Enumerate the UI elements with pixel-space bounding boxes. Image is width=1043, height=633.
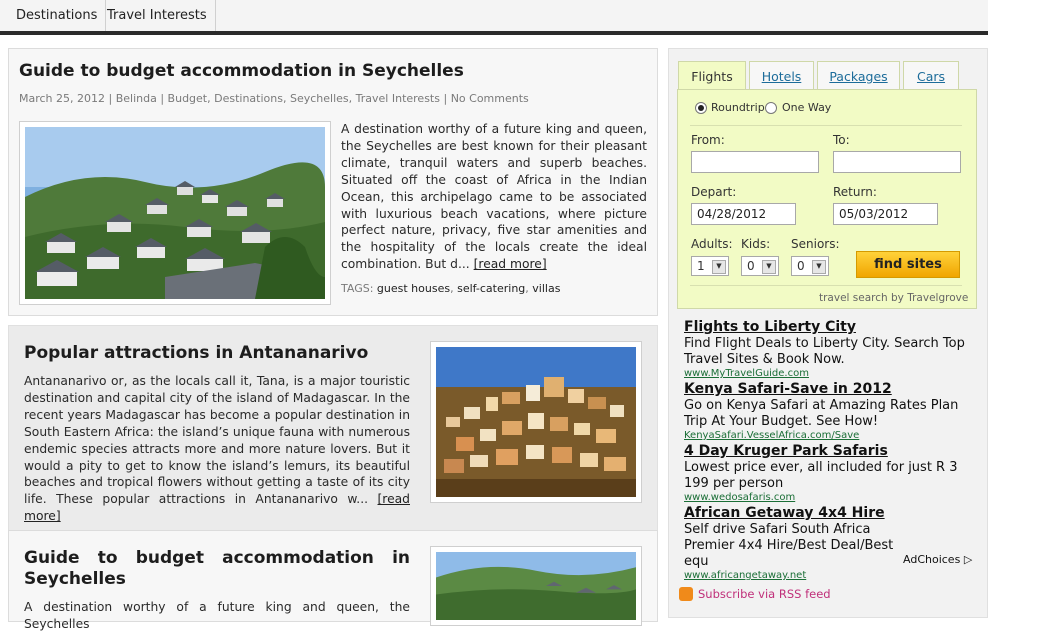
ad-unit: 4 Day Kruger Park Safaris Lowest price e… bbox=[684, 443, 980, 504]
tag-link[interactable]: villas bbox=[532, 282, 560, 295]
ad-title-link[interactable]: Flights to Liberty City bbox=[684, 319, 980, 336]
post-title[interactable]: Guide to budget accommodation in Seychel… bbox=[19, 61, 464, 81]
post-excerpt: Antananarivo or, as the locals call it, … bbox=[24, 374, 410, 524]
return-label: Return: bbox=[833, 185, 877, 199]
ad-url-link[interactable]: www.wedosafaris.com bbox=[684, 492, 980, 504]
ad-text: Lowest price ever, all included for just… bbox=[684, 460, 958, 491]
tab-hotels[interactable]: Hotels bbox=[749, 61, 814, 89]
nav-item-travel-interests[interactable]: Travel Interests bbox=[99, 0, 216, 31]
post-tags: TAGS: guest houses, self-catering, villa… bbox=[341, 282, 561, 295]
ad-text: Self drive Safari South Africa Premier 4… bbox=[684, 522, 894, 569]
chevron-down-icon: ▼ bbox=[712, 260, 726, 274]
post-author[interactable]: Belinda bbox=[116, 92, 157, 105]
ad-unit: Flights to Liberty City Find Flight Deal… bbox=[684, 319, 980, 380]
ad-url-link[interactable]: www.africangetaway.net bbox=[684, 570, 980, 582]
seniors-value: 0 bbox=[797, 259, 805, 273]
post-category[interactable]: Seychelles bbox=[290, 92, 349, 105]
top-navigation: Destinations Travel Interests bbox=[0, 0, 988, 35]
kids-select[interactable]: 0 ▼ bbox=[741, 256, 779, 276]
read-more-link[interactable]: [read more] bbox=[474, 257, 547, 271]
post-category[interactable]: Travel Interests bbox=[356, 92, 440, 105]
divider bbox=[690, 125, 962, 126]
ad-title-link[interactable]: Kenya Safari-Save in 2012 bbox=[684, 381, 980, 398]
tag-link[interactable]: self-catering bbox=[457, 282, 525, 295]
seniors-select[interactable]: 0 ▼ bbox=[791, 256, 829, 276]
post-meta: March 25, 2012 | Belinda | Budget, Desti… bbox=[19, 92, 529, 105]
post-thumbnail-image[interactable] bbox=[19, 121, 331, 305]
divider bbox=[690, 285, 962, 286]
seniors-label: Seniors: bbox=[791, 237, 840, 251]
post-thumbnail-image[interactable] bbox=[430, 546, 642, 626]
from-label: From: bbox=[691, 133, 725, 147]
tag-link[interactable]: guest houses bbox=[377, 282, 450, 295]
ad-text: Go on Kenya Safari at Amazing Rates Plan… bbox=[684, 398, 959, 429]
post-excerpt: A destination worthy of a future king an… bbox=[341, 122, 647, 272]
one-way-label: One Way bbox=[782, 101, 832, 114]
rss-icon bbox=[679, 587, 693, 601]
ad-url-link[interactable]: www.MyTravelGuide.com bbox=[684, 368, 980, 380]
post-title[interactable]: Guide to budget accommodation in Seychel… bbox=[24, 548, 410, 590]
post-category[interactable]: Budget bbox=[168, 92, 208, 105]
adults-label: Adults: bbox=[691, 237, 733, 251]
chevron-down-icon: ▼ bbox=[762, 260, 776, 274]
kids-label: Kids: bbox=[741, 237, 771, 251]
depart-label: Depart: bbox=[691, 185, 737, 199]
post-excerpt: A destination worthy of a future king an… bbox=[24, 600, 410, 631]
rss-label: Subscribe via RSS feed bbox=[698, 587, 831, 601]
ad-title-link[interactable]: African Getaway 4x4 Hire bbox=[684, 505, 980, 522]
adults-value: 1 bbox=[697, 259, 705, 273]
adchoices-icon: ▷ bbox=[963, 553, 973, 566]
powered-by-text: travel search by Travelgrove bbox=[819, 292, 969, 304]
post-date: March 25, 2012 bbox=[19, 92, 106, 105]
adchoices-label: AdChoices bbox=[903, 553, 961, 566]
tags-label: TAGS: bbox=[341, 282, 374, 295]
adults-select[interactable]: 1 ▼ bbox=[691, 256, 729, 276]
to-label: To: bbox=[833, 133, 850, 147]
ad-unit: Kenya Safari-Save in 2012 Go on Kenya Sa… bbox=[684, 381, 980, 442]
tab-cars[interactable]: Cars bbox=[903, 61, 959, 89]
to-input[interactable] bbox=[833, 151, 961, 173]
ad-title-link[interactable]: 4 Day Kruger Park Safaris bbox=[684, 443, 980, 460]
roundtrip-radio[interactable] bbox=[695, 102, 707, 114]
kids-value: 0 bbox=[747, 259, 755, 273]
post-thumbnail-image[interactable] bbox=[430, 341, 642, 503]
one-way-radio[interactable] bbox=[765, 102, 777, 114]
chevron-down-icon: ▼ bbox=[812, 260, 826, 274]
ad-unit: African Getaway 4x4 Hire Self drive Safa… bbox=[684, 505, 980, 582]
rss-subscribe-link[interactable]: Subscribe via RSS feed bbox=[679, 587, 831, 601]
ad-text: Find Flight Deals to Liberty City. Searc… bbox=[684, 336, 965, 367]
post-title[interactable]: Popular attractions in Antananarivo bbox=[24, 343, 368, 363]
tab-flights[interactable]: Flights bbox=[678, 61, 746, 91]
nav-item-destinations[interactable]: Destinations bbox=[8, 0, 107, 31]
return-date-input[interactable]: 05/03/2012 bbox=[833, 203, 938, 225]
roundtrip-label: Roundtrip bbox=[711, 101, 765, 114]
adchoices-link[interactable]: AdChoices ▷ bbox=[903, 553, 972, 566]
ad-url-link[interactable]: KenyaSafari.VesselAfrica.com/Save bbox=[684, 430, 980, 442]
post-comments-link[interactable]: No Comments bbox=[451, 92, 529, 105]
tab-packages[interactable]: Packages bbox=[817, 61, 900, 89]
depart-date-input[interactable]: 04/28/2012 bbox=[691, 203, 796, 225]
find-sites-button[interactable]: find sites bbox=[856, 251, 960, 278]
from-input[interactable] bbox=[691, 151, 819, 173]
post-category[interactable]: Destinations bbox=[214, 92, 283, 105]
